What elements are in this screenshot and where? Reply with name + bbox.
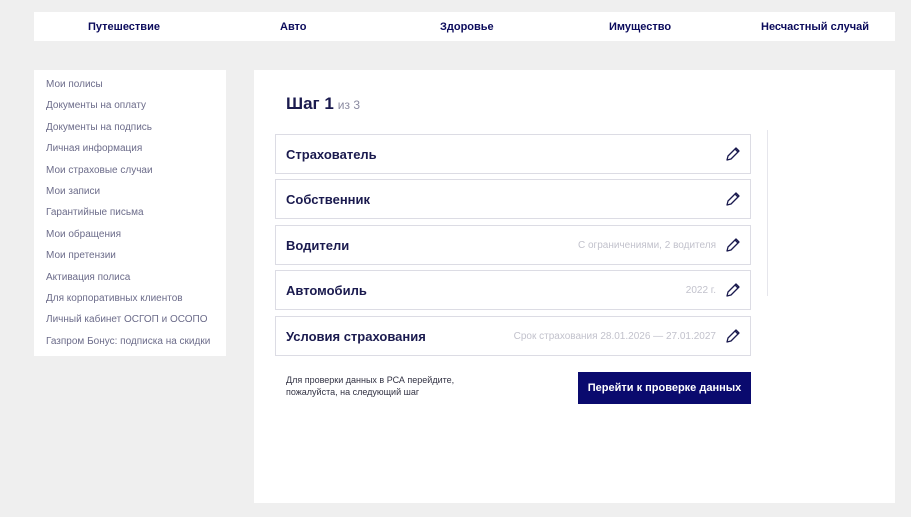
card-drivers[interactable]: Водители С ограничениями, 2 водителя — [275, 225, 751, 265]
divider — [767, 130, 768, 296]
card-hint: Срок страхования 28.01.2026 — 27.01.2027 — [513, 330, 716, 342]
nav-auto[interactable]: Авто — [280, 21, 307, 33]
sidebar-item-personal-info[interactable]: Личная информация — [34, 142, 226, 163]
rsa-check-note: Для проверки данных в РСА перейдите, пож… — [286, 375, 455, 397]
sidebar-item-appointments[interactable]: Мои записи — [34, 185, 226, 206]
go-to-data-check-button[interactable]: Перейти к проверке данных — [578, 372, 751, 404]
pencil-icon[interactable] — [724, 281, 742, 299]
main-panel: Шаг 1 из 3 Страхователь Собственник Водит… — [254, 70, 895, 503]
sidebar-item-claims[interactable]: Мои претензии — [34, 249, 226, 270]
sidebar-item-guarantee-letters[interactable]: Гарантийные письма — [34, 206, 226, 227]
sidebar-item-payment-docs[interactable]: Документы на оплату — [34, 99, 226, 120]
sidebar-item-osgop-osopo[interactable]: Личный кабинет ОСГОП и ОСОПО — [34, 313, 226, 334]
nav-health[interactable]: Здоровье — [440, 21, 494, 33]
card-vehicle[interactable]: Автомобиль 2022 г. — [275, 270, 751, 310]
sidebar-item-insurance-cases[interactable]: Мои страховые случаи — [34, 164, 226, 185]
card-hint: С ограничениями, 2 водителя — [577, 239, 716, 251]
pencil-icon[interactable] — [724, 236, 742, 254]
card-title: Условия страхования — [286, 328, 426, 344]
card-policyholder[interactable]: Страхователь — [275, 134, 751, 174]
sidebar-item-sign-docs[interactable]: Документы на подпись — [34, 121, 226, 142]
card-insurance-terms[interactable]: Условия страхования Срок страхования 28.… — [275, 316, 751, 356]
sidebar-item-policy-activation[interactable]: Активация полиса — [34, 271, 226, 292]
card-title: Собственник — [286, 191, 371, 207]
card-hint: 2022 г. — [685, 284, 716, 296]
pencil-icon[interactable] — [724, 145, 742, 163]
step-title: Шаг 1 из 3 — [286, 94, 360, 114]
sidebar-item-gazprom-bonus[interactable]: Газпром Бонус: подписка на скидки — [34, 335, 226, 356]
top-navigation: Путешествие Авто Здоровье Имущество Несч… — [34, 12, 895, 41]
nav-travel[interactable]: Путешествие — [88, 21, 160, 33]
pencil-icon[interactable] — [724, 327, 742, 345]
card-owner[interactable]: Собственник — [275, 179, 751, 219]
card-title: Водители — [286, 237, 350, 253]
sidebar-item-policies[interactable]: Мои полисы — [34, 78, 226, 99]
sidebar: Мои полисы Документы на оплату Документы… — [34, 70, 226, 356]
pencil-icon[interactable] — [724, 190, 742, 208]
step-number: Шаг 1 — [286, 94, 334, 113]
sidebar-item-requests[interactable]: Мои обращения — [34, 228, 226, 249]
nav-property[interactable]: Имущество — [609, 21, 671, 33]
card-title: Страхователь — [286, 146, 377, 162]
card-title: Автомобиль — [286, 282, 367, 298]
nav-accident[interactable]: Несчастный случай — [761, 21, 869, 33]
step-total: из 3 — [337, 98, 361, 112]
sidebar-item-corporate[interactable]: Для корпоративных клиентов — [34, 292, 226, 313]
